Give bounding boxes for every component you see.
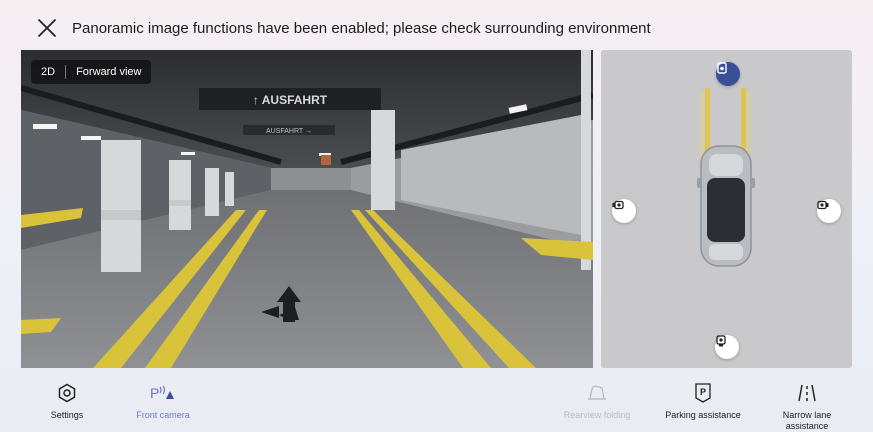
parking-assistance-button[interactable]: P Parking assistance (648, 380, 758, 421)
parking-garage-image: ↑ AUSFAHRT AUSFAHRT → (21, 50, 593, 368)
camera-icon (716, 335, 726, 347)
vehicle-top-view (697, 145, 755, 267)
small-exit-sign-text: AUSFAHRT → (266, 128, 312, 135)
front-camera-toggle[interactable]: P Front camera (108, 380, 218, 421)
front-camera-label: Front camera (136, 410, 190, 420)
parking-icon: P (695, 383, 711, 403)
svg-text:P: P (700, 387, 706, 397)
surround-view (601, 50, 852, 368)
rearview-folding-button[interactable]: Rearview folding (542, 380, 652, 421)
hexagon-gear-icon (58, 383, 76, 403)
left-camera-button[interactable] (612, 199, 636, 223)
front-camera-icon: P (150, 385, 174, 401)
narrow-lane-label-line1: Narrow lane (782, 410, 832, 420)
narrow-lane-label: Narrow lane assistance (752, 410, 862, 432)
right-camera-button[interactable] (817, 199, 841, 223)
view-dimension-label[interactable]: 2D (31, 60, 65, 84)
settings-button[interactable]: Settings (12, 380, 122, 421)
view-direction-label[interactable]: Forward view (66, 60, 151, 84)
narrow-lane-label-line2: assistance (785, 421, 829, 431)
svg-text:P: P (150, 385, 159, 401)
forward-camera-view[interactable]: ↑ AUSFAHRT AUSFAHRT → 2D Forward view (21, 50, 593, 368)
narrow-lane-icon (798, 384, 816, 402)
camera-icon (817, 200, 829, 210)
parking-assistance-label: Parking assistance (665, 410, 741, 420)
rear-camera-button[interactable] (715, 335, 739, 359)
narrow-lane-assistance-button[interactable]: Narrow lane assistance (752, 380, 862, 432)
top-bar: Panoramic image functions have been enab… (0, 0, 873, 50)
exit-sign-text: ↑ AUSFAHRT (253, 93, 328, 107)
birds-eye-canvas (697, 88, 755, 267)
camera-icon (717, 62, 727, 74)
status-message: Panoramic image functions have been enab… (72, 20, 651, 37)
camera-icon (612, 200, 624, 210)
mirror-fold-icon (588, 385, 606, 400)
front-camera-button[interactable] (716, 62, 740, 86)
settings-label: Settings (50, 410, 84, 420)
close-icon[interactable] (36, 17, 58, 39)
rearview-folding-label: Rearview folding (563, 410, 631, 420)
view-mode-badge[interactable]: 2D Forward view (31, 60, 152, 84)
